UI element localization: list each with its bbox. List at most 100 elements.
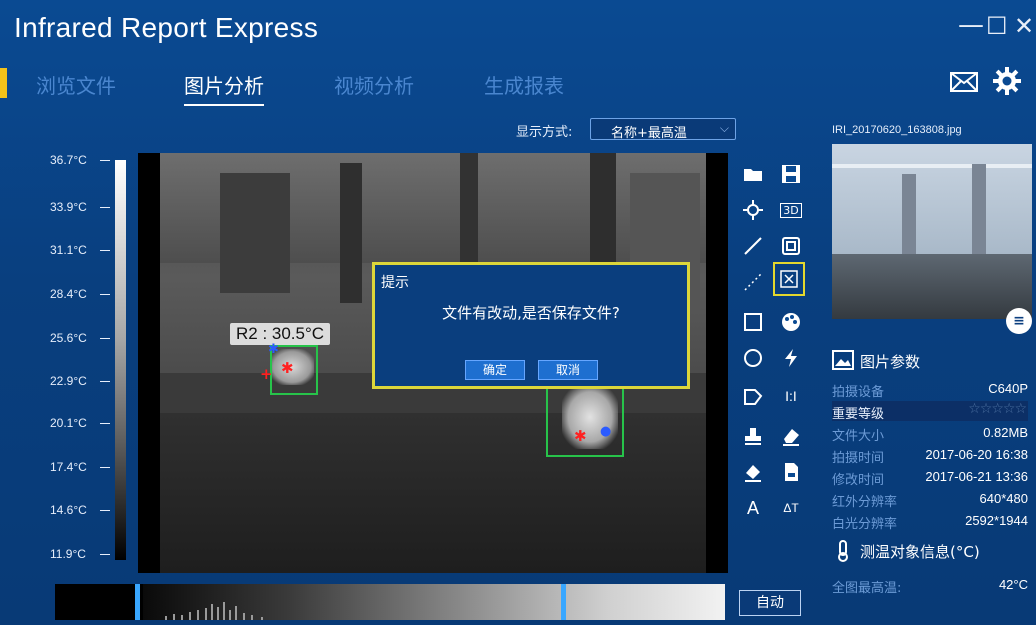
mail-icon[interactable] <box>950 72 978 92</box>
dialog-message: 文件有改动,是否保存文件? <box>442 304 620 322</box>
temperature-scale: 36.7°C 33.9°C 31.1°C 28.4°C 25.6°C 22.9°… <box>20 150 138 570</box>
save-icon[interactable] <box>777 160 805 188</box>
lightning-icon[interactable] <box>777 344 805 372</box>
display-mode-select[interactable]: 名称+最高温 ⌵ <box>590 118 736 141</box>
tool-palette: 3D I:I A ΔT <box>733 160 819 570</box>
scale-label: 22.9°C <box>50 374 87 388</box>
top-icon-bar <box>922 64 1022 100</box>
display-mode-value: 名称+最高温 <box>611 126 687 141</box>
scale-label: 14.6°C <box>50 503 87 517</box>
display-mode-label: 显示方式: <box>516 125 573 140</box>
copy-region-icon[interactable] <box>777 232 805 260</box>
roi-temperature-label: R2 : 30.5°C <box>230 323 331 345</box>
open-folder-icon[interactable] <box>739 160 767 188</box>
eraser-icon[interactable] <box>777 422 805 450</box>
tab-generate-report[interactable]: 生成报表 <box>484 70 564 99</box>
preview-desk-area <box>832 254 1032 319</box>
preview-frame-line <box>832 164 1032 168</box>
ellipse-tool-icon[interactable] <box>739 344 767 372</box>
tab-video-analysis[interactable]: 视频分析 <box>334 70 414 99</box>
text-tool-icon[interactable]: A <box>739 494 767 522</box>
measure-row: 全图最高温: 42°C <box>832 577 1028 596</box>
histogram-low-handle[interactable] <box>135 584 140 620</box>
histogram-bars <box>165 602 263 620</box>
crosshair-point-icon[interactable] <box>739 196 767 224</box>
star-rating[interactable]: ☆☆☆☆☆ <box>968 401 1027 417</box>
image-filename: IRI_20170620_163808.jpg <box>832 124 962 136</box>
image-icon <box>832 350 854 370</box>
max-temp-marker: ✱ <box>281 359 294 377</box>
param-row: 文件大小 0.82MB <box>832 425 1028 444</box>
scale-label: 28.4°C <box>50 287 87 301</box>
tab-accent-bar <box>0 68 7 98</box>
histogram-range-slider[interactable] <box>55 584 725 620</box>
scale-label: 17.4°C <box>50 460 87 474</box>
chevron-down-icon: ⌵ <box>719 121 729 135</box>
pillar <box>340 163 362 303</box>
save-prompt-dialog: 提示 文件有改动,是否保存文件? 确定 取消 <box>372 262 690 389</box>
scale-label: 36.7°C <box>50 153 87 167</box>
minimize-button[interactable]: — <box>958 12 984 38</box>
app-window: Infrared Report Express — ☐ ✕ 浏览文件 图片分析 … <box>0 0 1036 625</box>
maximize-button[interactable]: ☐ <box>986 14 1008 38</box>
scale-tick <box>100 160 110 161</box>
title-bar: Infrared Report Express — ☐ ✕ <box>0 0 1036 58</box>
min-temp-marker: ● <box>600 424 612 439</box>
tab-browse-files[interactable]: 浏览文件 <box>36 70 116 99</box>
info-toggle-icon[interactable]: ≡ <box>1006 308 1032 334</box>
dashed-line-icon[interactable] <box>739 268 767 296</box>
scale-tick <box>100 510 110 511</box>
param-row: 红外分辨率 640*480 <box>832 491 1028 510</box>
stamp-icon[interactable] <box>739 422 767 450</box>
ratio-icon[interactable]: I:I <box>777 382 805 410</box>
gear-icon[interactable] <box>992 66 1022 96</box>
three-d-view-icon[interactable]: 3D <box>777 196 805 224</box>
delete-region-icon[interactable] <box>773 262 805 296</box>
ok-button[interactable]: 确定 <box>465 360 525 380</box>
param-row: 拍摄设备 C640P <box>832 381 1028 400</box>
active-tab-underline <box>184 104 264 106</box>
scale-tick <box>100 250 110 251</box>
right-panel: IRI_20170620_163808.jpg ≡ 图片参数 拍摄设备 C640… <box>828 120 1036 625</box>
scale-tick <box>100 207 110 208</box>
scale-tick <box>100 381 110 382</box>
max-temp-marker: ✱ <box>574 427 587 445</box>
thermometer-icon <box>832 540 854 562</box>
histogram-high-handle[interactable] <box>561 584 566 620</box>
scale-tick <box>100 423 110 424</box>
window-frame <box>220 173 290 293</box>
line-tool-icon[interactable] <box>739 232 767 260</box>
param-row-importance[interactable]: 重要等级 ☆☆☆☆☆ <box>832 401 1028 422</box>
param-row: 白光分辨率 2592*1944 <box>832 513 1028 532</box>
visible-light-preview[interactable] <box>832 144 1032 319</box>
scale-label: 11.9°C <box>50 547 86 561</box>
scale-label: 20.1°C <box>50 416 87 430</box>
scale-tick <box>100 467 110 468</box>
scale-label: 25.6°C <box>50 331 87 345</box>
close-button[interactable]: ✕ <box>1014 14 1034 38</box>
param-row: 拍摄时间 2017-06-20 16:38 <box>832 447 1028 466</box>
main-tabs: 浏览文件 图片分析 视频分析 生成报表 <box>0 62 700 106</box>
fill-icon[interactable] <box>739 458 767 486</box>
min-temp-marker: ✱ <box>268 342 279 357</box>
report-doc-icon[interactable] <box>777 458 805 486</box>
floor-region <box>160 413 706 573</box>
dialog-title: 提示 <box>381 275 409 291</box>
cancel-button[interactable]: 取消 <box>538 360 598 380</box>
param-row: 修改时间 2017-06-21 13:36 <box>832 469 1028 488</box>
tab-image-analysis[interactable]: 图片分析 <box>184 70 264 106</box>
preview-pillar <box>902 174 916 254</box>
scale-label: 31.1°C <box>50 243 87 257</box>
scale-label: 33.9°C <box>50 200 87 214</box>
polygon-tool-icon[interactable] <box>739 382 767 410</box>
delta-temperature-icon[interactable]: ΔT <box>777 494 805 522</box>
rectangle-tool-icon[interactable] <box>739 308 767 336</box>
app-title: Infrared Report Express <box>14 12 319 43</box>
crosshair-marker: + <box>260 365 273 383</box>
scale-tick <box>100 338 110 339</box>
roi-box-r1[interactable] <box>546 381 624 457</box>
scale-tick <box>100 554 110 555</box>
preview-window-area <box>832 144 1032 254</box>
auto-range-button[interactable]: 自动 <box>739 590 801 616</box>
palette-icon[interactable] <box>777 308 805 336</box>
